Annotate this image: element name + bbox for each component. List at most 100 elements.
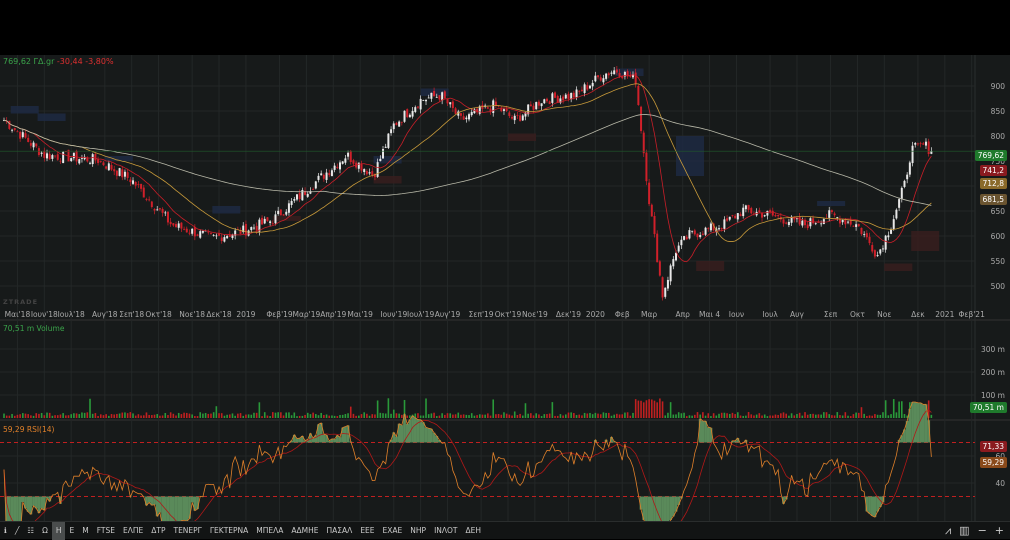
candle-body — [680, 239, 683, 246]
symbol-button[interactable]: ΑΔΜΗΕ — [287, 522, 322, 540]
candle-body — [677, 245, 680, 252]
candle-body — [411, 110, 414, 117]
symbol-button[interactable]: Ε — [65, 522, 78, 540]
volume-bar — [892, 399, 895, 418]
volume-bar — [497, 413, 500, 418]
candle-body — [102, 162, 105, 166]
volume-bar — [683, 412, 685, 418]
symbol-button[interactable]: ΤΕΝΕΡΓ — [169, 522, 205, 540]
symbol-button[interactable]: ΠΑΣΑΛ — [323, 522, 357, 540]
volume-bar — [349, 406, 352, 418]
chart-type-icon[interactable]: ⩘ — [945, 524, 951, 538]
volume-bar — [677, 412, 680, 418]
volume-bar — [812, 413, 814, 418]
volume-bar — [876, 414, 879, 418]
candle-body — [75, 150, 78, 162]
candle-body — [70, 158, 73, 161]
volume-bar — [879, 414, 882, 418]
candle-body — [543, 99, 546, 104]
candle-body — [78, 159, 81, 164]
volume-bar — [624, 412, 626, 418]
symbol-button[interactable]: ΕΕΕ — [356, 522, 378, 540]
volume-bar — [645, 400, 648, 418]
candle-body — [908, 162, 911, 175]
candle-body — [511, 116, 514, 119]
x-tick-label: Αυγ'19 — [435, 310, 461, 319]
candle-body — [578, 90, 581, 92]
candle-body — [602, 78, 605, 83]
candle-body — [59, 160, 62, 162]
volume-bar — [419, 415, 422, 418]
price-zone — [508, 133, 536, 141]
symbol-button[interactable]: Μ — [78, 522, 92, 540]
volume-bar — [454, 414, 457, 418]
volume-bar — [142, 415, 145, 418]
volume-bar — [831, 415, 833, 418]
candle-body — [650, 204, 653, 217]
volume-bar — [261, 416, 263, 418]
candle-body — [860, 227, 863, 235]
candle-body — [691, 230, 694, 232]
symbol-button[interactable]: ΕΛΠΕ — [119, 522, 147, 540]
volume-bar — [290, 415, 293, 418]
candle-body — [312, 189, 315, 190]
draw-line-icon[interactable]: ╱ — [11, 522, 24, 540]
candle-body — [699, 234, 702, 238]
candle-body — [430, 92, 433, 99]
candle-body — [357, 162, 360, 169]
x-tick-label: Απρ'19 — [320, 310, 346, 319]
candle-body — [293, 199, 296, 201]
volume-bar — [172, 413, 175, 418]
symbol-button[interactable]: ΔΕΗ — [462, 522, 486, 540]
bar-chart-icon[interactable]: ▥ — [959, 524, 969, 538]
volume-bar — [788, 415, 790, 418]
header-change: -30,44 — [56, 57, 83, 66]
volume-bar — [134, 415, 137, 418]
x-tick-label: Νοε'19 — [522, 310, 548, 319]
volume-bar — [739, 415, 742, 418]
symbol-button[interactable]: ΙΝΛΟΤ — [430, 522, 461, 540]
candle-body — [339, 162, 341, 170]
indicators-icon[interactable]: ☷ — [23, 522, 38, 540]
volume-bar — [148, 414, 150, 418]
candle-body — [56, 154, 59, 160]
symbol-button[interactable]: ΕΧΑΕ — [379, 522, 407, 540]
symbol-button[interactable]: ΔΤΡ — [147, 522, 169, 540]
zoom-out-button[interactable]: − — [978, 524, 987, 538]
candle-body — [519, 115, 522, 121]
volume-bar — [694, 414, 696, 418]
symbol-button[interactable]: Η — [51, 521, 66, 540]
candle-body — [494, 101, 497, 106]
x-tick-label: Νοε — [877, 310, 891, 319]
candle-body — [438, 95, 441, 100]
volume-bar — [771, 415, 774, 418]
x-tick-label: Ιουλ — [762, 310, 778, 319]
volume-bar — [266, 415, 269, 418]
volume-bar — [237, 413, 239, 418]
symbol-button[interactable]: ΝΗΡ — [406, 522, 430, 540]
zoom-in-button[interactable]: + — [995, 524, 1004, 538]
symbol-button[interactable]: FTSE — [93, 522, 119, 540]
candle-body — [113, 169, 116, 172]
candle-body — [828, 210, 831, 218]
volume-bar — [140, 415, 142, 418]
candle-body — [175, 224, 178, 227]
candle-body — [513, 115, 516, 121]
volume-bar — [610, 415, 613, 418]
volume-bar — [325, 414, 328, 418]
info-icon[interactable]: ℹ — [0, 522, 11, 540]
volume-bar — [360, 414, 363, 418]
volume-bar — [336, 416, 339, 418]
symbol-button[interactable]: ΜΠΕΛΑ — [252, 522, 287, 540]
symbol-button[interactable]: Ω — [38, 522, 52, 540]
price-zone — [212, 206, 241, 214]
ma-short-tag: 741,2 — [979, 165, 1007, 176]
candle-body — [336, 166, 339, 168]
candle-body — [554, 92, 557, 98]
chart-canvas[interactable]: Μαι'18 Ιουν'18 Ιουλ'18 Αυγ'18 Σεπ'18 Οκτ'18 Νο… — [0, 55, 1010, 538]
volume-bar — [567, 412, 570, 418]
symbol-button[interactable]: ΓΕΚΤΕΡΝΑ — [206, 522, 252, 540]
candle-body — [562, 96, 565, 101]
candle-body — [172, 223, 175, 226]
candle-body — [126, 172, 129, 178]
